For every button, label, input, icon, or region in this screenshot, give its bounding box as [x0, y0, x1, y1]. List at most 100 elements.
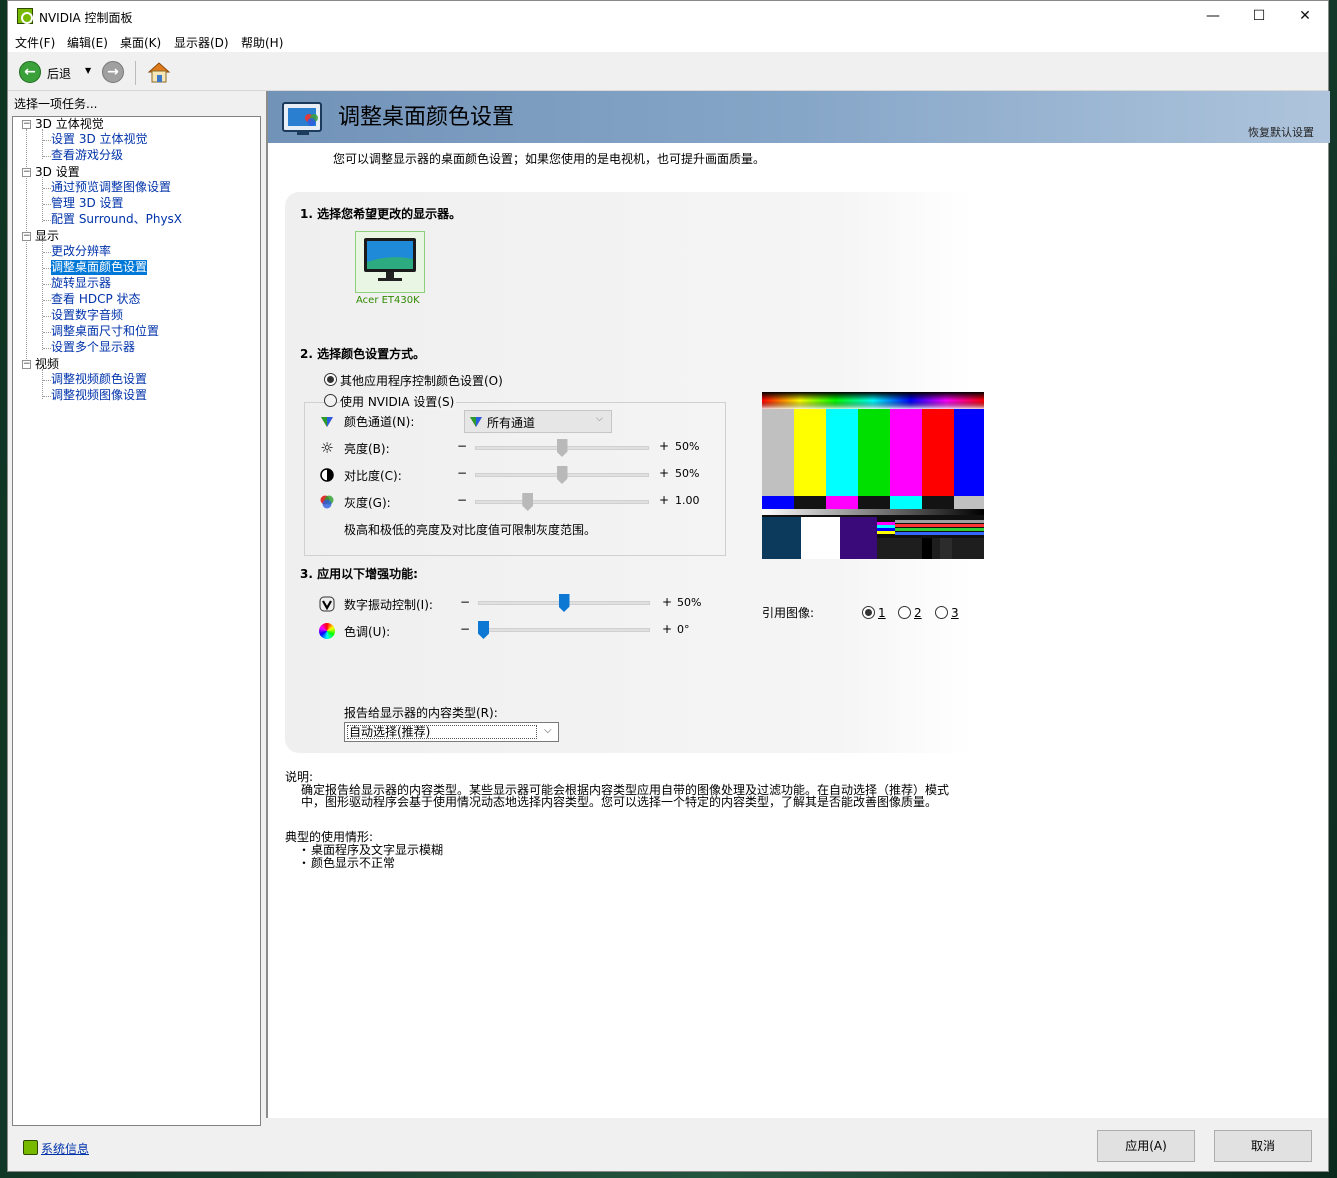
reference-image-radio-1[interactable] — [862, 606, 875, 619]
hue-minus: − — [460, 622, 471, 636]
brightness-value: 50% — [675, 440, 700, 453]
reference-image-radio-1-label[interactable]: 1 — [878, 606, 886, 620]
tree-branch — [43, 268, 51, 269]
chevron-down-icon: ⌵ — [596, 414, 603, 424]
cancel-button[interactable]: 取消 — [1214, 1130, 1312, 1162]
tree-item-surround-physx[interactable]: 配置 Surround、PhysX — [51, 212, 182, 227]
description-text-line2: 中，图形驱动程序会基于使用情况动态地选择内容类型。您可以选择一个特定的内容类型，… — [301, 795, 938, 809]
usage-bullet: ・ — [298, 856, 311, 870]
tree-item-desktop-size-position[interactable]: 调整桌面尺寸和位置 — [51, 324, 159, 339]
radio-other-app-controls-label[interactable]: 其他应用程序控制颜色设置(O) — [340, 372, 503, 389]
tree-branch — [43, 396, 51, 397]
gamma-minus: − — [457, 493, 468, 507]
usage-item: 颜色显示不正常 — [311, 856, 396, 870]
content-type-select[interactable]: 自动选择(推荐) ⌵ — [344, 722, 559, 742]
radio-other-app-controls[interactable] — [324, 373, 337, 386]
apply-button[interactable]: 应用(A) — [1097, 1130, 1195, 1162]
maximize-button[interactable]: ☐ — [1236, 1, 1282, 32]
home-icon[interactable] — [146, 60, 172, 84]
gamma-slider-track[interactable] — [475, 500, 649, 504]
tree-branch — [43, 252, 51, 253]
page-title: 调整桌面颜色设置 — [338, 105, 515, 130]
tree-guide-line — [42, 241, 43, 350]
chevron-down-icon: ⌵ — [544, 725, 552, 736]
tree-guide-line — [42, 177, 43, 222]
main-content: 调整桌面颜色设置 恢复默认设置 您可以调整显示器的桌面颜色设置；如果您使用的是电… — [266, 91, 1330, 1118]
reference-image-radio-2-label[interactable]: 2 — [914, 606, 922, 620]
tree-branch — [43, 300, 51, 301]
tree-item-manage-3d-settings[interactable]: 管理 3D 设置 — [51, 196, 124, 211]
back-button-label[interactable]: 后退 — [47, 65, 71, 82]
minimize-button[interactable]: — — [1190, 1, 1236, 32]
reference-image-radio-2[interactable] — [898, 606, 911, 619]
hue-icon — [319, 623, 335, 639]
tree-item-video-color-settings[interactable]: 调整视频颜色设置 — [51, 372, 147, 387]
brightness-icon: ☼ — [320, 439, 334, 457]
digital-vibrance-value: 50% — [677, 596, 702, 609]
tree-guide-line — [42, 369, 43, 399]
digital-vibrance-icon — [319, 596, 335, 612]
collapse-toggle-icon[interactable]: − — [22, 360, 31, 369]
menu-display[interactable]: 显示器(D) — [174, 34, 229, 51]
system-info-icon[interactable] — [23, 1140, 38, 1155]
tree-item-preview-image-settings[interactable]: 通过预览调整图像设置 — [51, 180, 171, 195]
tree-branch — [43, 284, 51, 285]
forward-arrow-icon[interactable]: → — [102, 61, 124, 83]
reference-image-radio-3-label[interactable]: 3 — [951, 606, 959, 620]
collapse-toggle-icon[interactable]: − — [22, 168, 31, 177]
tree-branch — [43, 332, 51, 333]
collapse-toggle-icon[interactable]: − — [22, 232, 31, 241]
menu-edit[interactable]: 编辑(E) — [67, 34, 108, 51]
reference-test-pattern-image — [762, 392, 984, 559]
back-arrow-icon[interactable]: ← — [19, 61, 41, 83]
gamma-plus: + — [659, 493, 670, 507]
radio-use-nvidia-settings[interactable] — [324, 394, 337, 407]
tree-item-setup-3d-stereo[interactable]: 设置 3D 立体视觉 — [51, 132, 148, 147]
tree-item-video-image-settings[interactable]: 调整视频图像设置 — [51, 388, 147, 403]
close-button[interactable]: ✕ — [1282, 1, 1328, 32]
tree-group-video[interactable]: 视频 — [35, 357, 59, 372]
tree-item-desktop-color-settings[interactable]: 调整桌面颜色设置 — [51, 260, 148, 275]
color-channel-dropdown[interactable]: 所有通道 ⌵ — [464, 410, 612, 433]
tree-branch — [43, 140, 51, 141]
reference-image-radio-3[interactable] — [935, 606, 948, 619]
tree-item-game-ratings[interactable]: 查看游戏分级 — [51, 148, 123, 163]
menu-bar: 文件(F) 编辑(E) 桌面(K) 显示器(D) 帮助(H) — [8, 32, 1328, 52]
color-channel-icon — [319, 413, 335, 429]
digital-vibrance-slider-thumb[interactable] — [558, 594, 570, 612]
tree-group-3d-settings[interactable]: 3D 设置 — [35, 165, 80, 180]
menu-help[interactable]: 帮助(H) — [241, 34, 283, 51]
brightness-label: 亮度(B): — [344, 442, 390, 456]
system-info-link[interactable]: 系统信息 — [41, 1140, 89, 1157]
monitor-tile[interactable] — [355, 231, 425, 293]
brightness-minus: − — [457, 439, 468, 453]
tree-group-3d-stereo[interactable]: 3D 立体视觉 — [35, 117, 104, 132]
menu-file[interactable]: 文件(F) — [15, 34, 55, 51]
tree-branch — [43, 188, 51, 189]
color-channel-dropdown-icon — [469, 414, 483, 428]
contrast-minus: − — [457, 466, 468, 480]
back-history-dropdown-icon[interactable]: ▼ — [85, 66, 91, 75]
menu-desktop[interactable]: 桌面(K) — [120, 34, 161, 51]
tree-item-rotate-display[interactable]: 旋转显示器 — [51, 276, 111, 291]
tree-branch — [43, 204, 51, 205]
radio-use-nvidia-settings-label[interactable]: 使用 NVIDIA 设置(S) — [340, 393, 457, 410]
tree-item-multiple-displays[interactable]: 设置多个显示器 — [51, 340, 135, 355]
contrast-plus: + — [659, 466, 670, 480]
tree-item-change-resolution[interactable]: 更改分辨率 — [51, 244, 111, 259]
page-header: 调整桌面颜色设置 恢复默认设置 — [268, 91, 1330, 143]
collapse-toggle-icon[interactable]: − — [22, 120, 31, 129]
gamma-label: 灰度(G): — [344, 496, 391, 510]
tree-item-digital-audio[interactable]: 设置数字音频 — [51, 308, 123, 323]
hue-slider-thumb[interactable] — [478, 621, 489, 639]
tree-item-hdcp-status[interactable]: 查看 HDCP 状态 — [51, 292, 141, 307]
brightness-plus: + — [659, 439, 670, 453]
restore-defaults-link[interactable]: 恢复默认设置 — [1248, 124, 1314, 140]
gamma-range-note: 极高和极低的亮度及对比度值可限制灰度范围。 — [344, 523, 597, 537]
hue-slider-track[interactable] — [478, 628, 650, 632]
contrast-label: 对比度(C): — [344, 469, 402, 483]
monitor-icon — [364, 238, 416, 281]
hue-plus: + — [662, 622, 673, 636]
tree-group-display[interactable]: 显示 — [35, 229, 59, 244]
tree-branch — [43, 316, 51, 317]
